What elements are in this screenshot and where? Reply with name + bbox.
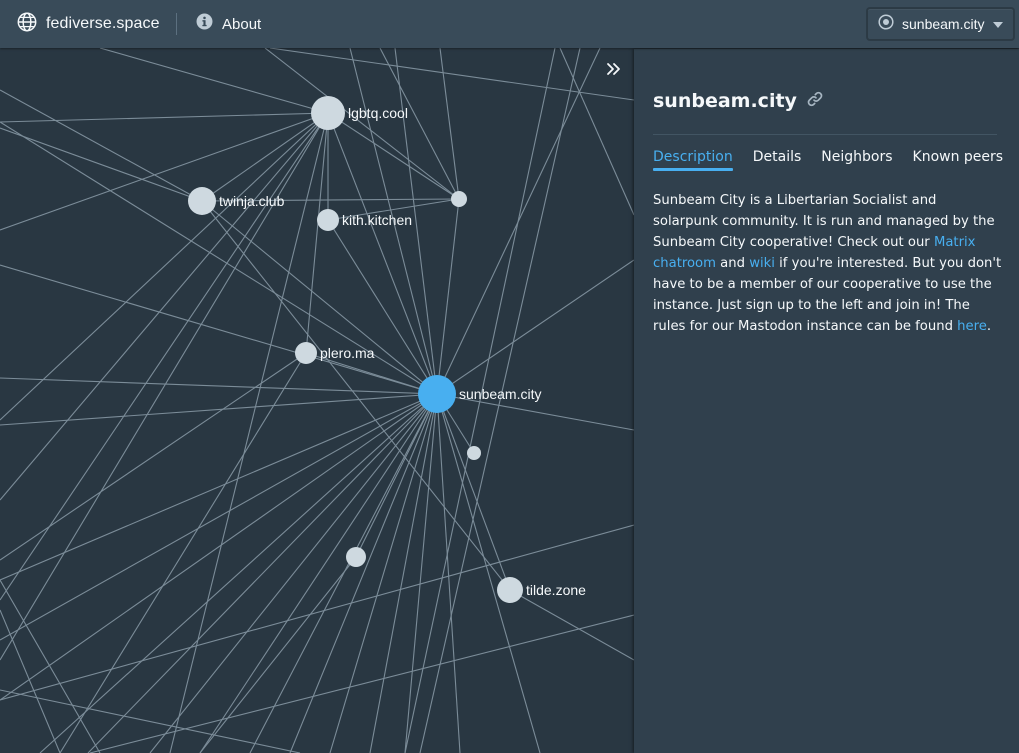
wiki-link[interactable]: wiki xyxy=(749,256,775,271)
graph-edge xyxy=(0,393,438,701)
collapse-sidebar-button[interactable] xyxy=(602,60,624,78)
graph-edge xyxy=(59,352,307,753)
graph-edge xyxy=(327,112,460,200)
graph-node[interactable] xyxy=(346,547,366,567)
caret-down-icon xyxy=(993,22,1003,28)
graph-edge xyxy=(0,127,203,202)
tab-description[interactable]: Description xyxy=(653,147,733,171)
graph-edge xyxy=(39,393,438,753)
instance-tabs: Description Details Neighbors Known peer… xyxy=(653,147,1019,171)
instance-sidebar: sunbeam.city Description Details Neighbo… xyxy=(634,49,1019,753)
graph-edge xyxy=(439,48,460,200)
graph-edge xyxy=(0,393,438,426)
network-graph[interactable]: lgbtq.cool twinja.club kith.kitchen plero.m… xyxy=(0,48,634,753)
graph-edge xyxy=(379,48,460,200)
graph-node[interactable] xyxy=(467,446,481,460)
about-button[interactable]: About xyxy=(196,12,261,36)
graph-edge xyxy=(149,393,438,753)
title-divider xyxy=(653,134,997,135)
tab-neighbors[interactable]: Neighbors xyxy=(821,147,892,171)
instance-description: Sunbeam City is a Libertarian Socialist … xyxy=(653,190,1003,337)
graph-node[interactable] xyxy=(188,187,216,215)
graph-edge xyxy=(509,589,634,661)
link-icon[interactable] xyxy=(797,90,823,112)
graph-node[interactable] xyxy=(451,191,467,207)
graph-edge xyxy=(0,112,329,421)
graph-edge xyxy=(369,393,438,753)
graph-node-label: plero.ma xyxy=(320,345,375,361)
graph-edge xyxy=(199,393,438,753)
instance-title-text: sunbeam.city xyxy=(653,90,797,112)
graph-node-label: tilde.zone xyxy=(526,582,586,598)
graph-node[interactable] xyxy=(317,209,339,231)
graph-edge xyxy=(269,48,634,101)
graph-node[interactable] xyxy=(295,342,317,364)
graph-node-label: kith.kitchen xyxy=(342,212,412,228)
graph-canvas[interactable]: lgbtq.cool twinja.club kith.kitchen plero.m… xyxy=(0,48,634,753)
description-text: and xyxy=(715,256,750,271)
graph-node-label: lgbtq.cool xyxy=(348,105,408,121)
graph-node-label: twinja.club xyxy=(219,193,285,209)
graph-edge xyxy=(0,377,438,395)
graph-edge xyxy=(289,393,438,753)
instance-select[interactable]: sunbeam.city xyxy=(867,8,1014,40)
graph-edge xyxy=(87,393,438,753)
description-text: . xyxy=(986,319,992,334)
brand-label: fediverse.space xyxy=(46,15,160,32)
graph-edge xyxy=(436,198,460,395)
graph-edge xyxy=(89,614,634,753)
double-chevron-right-icon xyxy=(607,63,620,75)
instance-select-value: sunbeam.city xyxy=(902,16,985,32)
info-icon xyxy=(196,13,213,35)
navbar-divider xyxy=(176,13,177,35)
graph-node[interactable] xyxy=(311,96,345,130)
about-label: About xyxy=(222,15,262,33)
graph-edge xyxy=(0,689,301,753)
graph-edge xyxy=(436,393,541,753)
target-icon xyxy=(868,13,894,35)
graph-edge xyxy=(327,219,438,395)
globe-icon xyxy=(16,11,38,38)
graph-edge xyxy=(99,48,329,114)
navbar: fediverse.space About sunbeam.city xyxy=(0,0,1019,48)
graph-edge xyxy=(0,393,438,641)
tab-known-peers[interactable]: Known peers xyxy=(913,147,1004,171)
graph-edge xyxy=(0,264,438,395)
graph-node-selected[interactable] xyxy=(418,375,456,413)
graph-node-label: sunbeam.city xyxy=(459,386,541,402)
graph-edge xyxy=(305,112,329,354)
graph-edge xyxy=(201,200,438,395)
graph-edge xyxy=(0,579,101,753)
graph-edge xyxy=(436,259,634,395)
graph-node[interactable] xyxy=(497,577,523,603)
graph-edge xyxy=(199,556,357,753)
graph-edge xyxy=(0,524,634,701)
instance-title: sunbeam.city xyxy=(653,90,823,112)
brand-link[interactable]: fediverse.space xyxy=(16,12,160,36)
tab-details[interactable]: Details xyxy=(753,147,802,171)
rules-link[interactable]: here xyxy=(957,319,987,334)
